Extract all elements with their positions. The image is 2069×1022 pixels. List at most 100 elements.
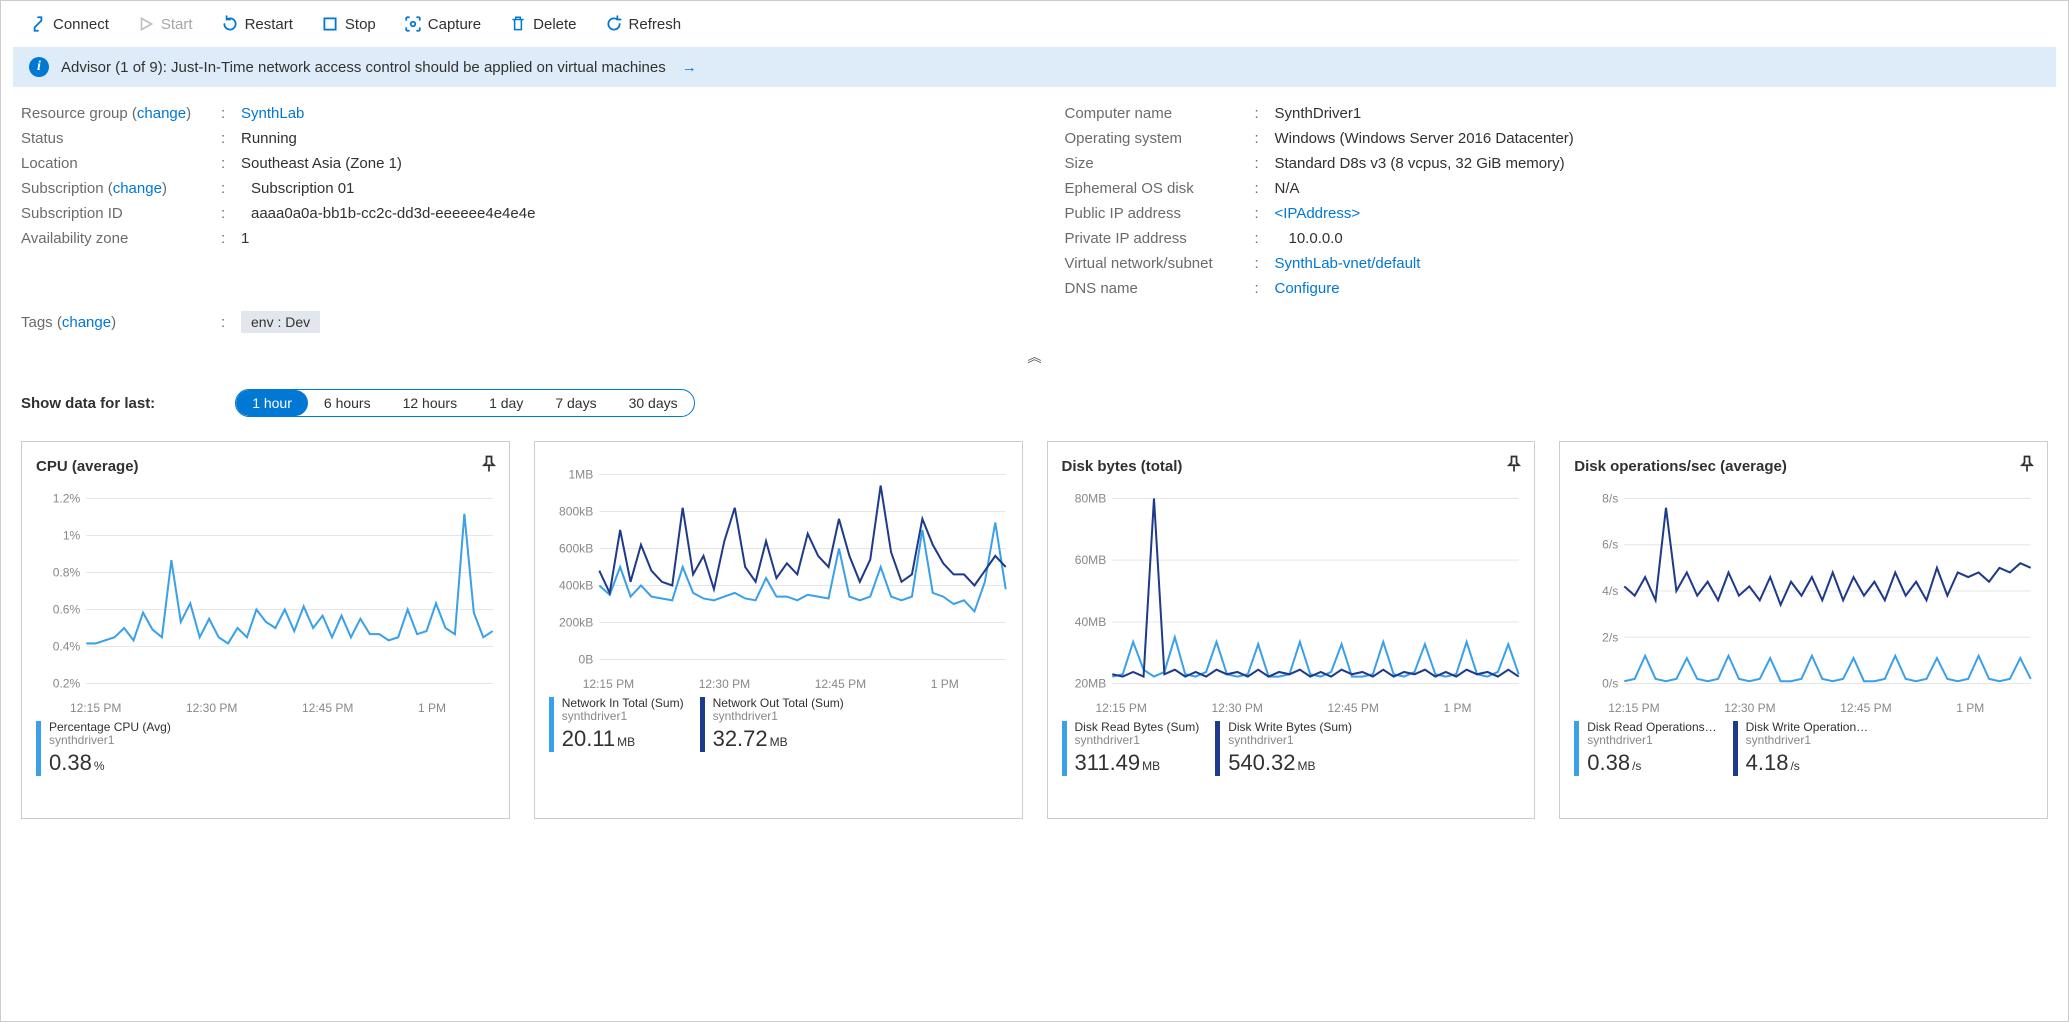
time-range-row: Show data for last: 1 hour 6 hours 12 ho… [21,389,2048,417]
chart-net[interactable]: 0B 200kB 400kB 600kB 800kB 1MB [549,464,1012,674]
value-availability-zone: 1 [241,230,249,247]
change-subscription[interactable]: change [113,180,162,197]
legend-item: Disk Read Operations… synthdriver1 0.38/… [1574,721,1716,776]
connect-button[interactable]: Connect [15,9,123,39]
pin-icon[interactable] [479,454,499,478]
svg-text:8/s: 8/s [1602,491,1618,505]
refresh-label: Refresh [629,16,682,33]
value-resource-group[interactable]: SynthLab [241,105,304,122]
legend-disk: Disk Read Bytes (Sum) synthdriver1 311.4… [1062,721,1525,776]
chart-cpu[interactable]: 0.2%0.4%0.6%0.8%1%1.2% [36,488,499,698]
pin-icon[interactable] [2017,454,2037,478]
start-button[interactable]: Start [123,9,207,39]
delete-label: Delete [533,16,576,33]
xaxis-disk: 12:15 PM12:30 PM12:45 PM1 PM [1062,698,1472,715]
label-dns: DNS name [1065,280,1255,297]
svg-text:400kB: 400kB [559,579,593,593]
label-subscription-id: Subscription ID [21,205,221,222]
stop-icon [321,15,339,33]
legend-item: Percentage CPU (Avg) synthdriver1 0.38% [36,721,171,776]
delete-icon [509,15,527,33]
value-vnet[interactable]: SynthLab-vnet/default [1275,255,1421,272]
legend-ops: Disk Read Operations… synthdriver1 0.38/… [1574,721,2037,776]
restart-button[interactable]: Restart [207,9,307,39]
svg-text:80MB: 80MB [1074,491,1106,505]
svg-text:40MB: 40MB [1074,615,1106,629]
card-title-ops: Disk operations/sec (average) [1574,458,1787,475]
change-resource-group[interactable]: change [137,105,186,122]
value-public-ip[interactable]: <IPAddress> [1275,205,1361,222]
chart-ops[interactable]: 0/s 2/s 4/s 6/s 8/s [1574,488,2037,698]
svg-text:0.4%: 0.4% [53,640,81,654]
advisor-text: Advisor (1 of 9): Just-In-Time network a… [61,59,666,76]
pill-12-hours[interactable]: 12 hours [387,390,473,416]
label-vnet: Virtual network/subnet [1065,255,1255,272]
svg-text:2/s: 2/s [1602,630,1618,644]
capture-button[interactable]: Capture [390,9,495,39]
advisor-banner[interactable]: i Advisor (1 of 9): Just-In-Time network… [13,47,2056,87]
svg-text:0/s: 0/s [1602,677,1618,691]
pill-6-hours[interactable]: 6 hours [308,390,387,416]
chart-cards: CPU (average) 0.2%0.4%0.6%0.8%1%1.2% 12:… [21,441,2048,819]
vm-overview-page: Connect Start Restart Stop Capture Delet… [0,0,2069,1022]
delete-button[interactable]: Delete [495,9,590,39]
svg-text:0.2%: 0.2% [53,677,81,691]
value-dns[interactable]: Configure [1275,280,1340,297]
legend-net: Network In Total (Sum) synthdriver1 20.1… [549,697,1012,752]
connect-label: Connect [53,16,109,33]
pill-30-days[interactable]: 30 days [613,390,694,416]
value-computer-name: SynthDriver1 [1275,105,1362,122]
chart-disk[interactable]: 20MB40MB60MB80MB [1062,488,1525,698]
stop-label: Stop [345,16,376,33]
svg-text:6/s: 6/s [1602,538,1618,552]
legend-item: Disk Write Bytes (Sum) synthdriver1 540.… [1215,721,1352,776]
svg-text:60MB: 60MB [1074,553,1106,567]
value-os: Windows (Windows Server 2016 Datacenter) [1275,130,1574,147]
pill-1-hour[interactable]: 1 hour [236,390,308,416]
value-size: Standard D8s v3 (8 vcpus, 32 GiB memory) [1275,155,1565,172]
legend-cpu: Percentage CPU (Avg) synthdriver1 0.38% [36,721,499,776]
value-private-ip: 10.0.0.0 [1275,230,1343,247]
svg-text:0.6%: 0.6% [53,603,81,617]
svg-text:600kB: 600kB [559,542,593,556]
svg-text:0B: 0B [578,653,593,667]
capture-label: Capture [428,16,481,33]
label-private-ip: Private IP address [1065,230,1255,247]
label-availability-zone: Availability zone [21,230,221,247]
pin-icon[interactable] [1504,454,1524,478]
command-bar: Connect Start Restart Stop Capture Delet… [1,1,2068,47]
label-resource-group: Resource group [21,105,128,122]
pill-7-days[interactable]: 7 days [539,390,612,416]
value-subscription: Subscription 01 [241,180,354,197]
label-computer-name: Computer name [1065,105,1255,122]
label-location: Location [21,155,221,172]
legend-item: Network Out Total (Sum) synthdriver1 32.… [700,697,844,752]
card-disk-ops: Disk operations/sec (average) 0/s 2/s 4/s 6… [1559,441,2048,819]
pill-1-day[interactable]: 1 day [473,390,539,416]
tag-value[interactable]: env : Dev [241,311,320,333]
card-cpu: CPU (average) 0.2%0.4%0.6%0.8%1%1.2% 12:… [21,441,510,819]
label-os: Operating system [1065,130,1255,147]
svg-text:4/s: 4/s [1602,584,1618,598]
start-label: Start [161,16,193,33]
card-network: 0B200kB400kB600kB800kB1MB 12:15 PM12:30 … [534,441,1023,819]
label-tags: Tags [21,314,53,331]
value-location: Southeast Asia (Zone 1) [241,155,402,172]
change-tags[interactable]: change [62,314,111,331]
restart-icon [221,15,239,33]
arrow-right-icon: → [682,59,697,76]
svg-text:200kB: 200kB [559,616,593,630]
stop-button[interactable]: Stop [307,9,390,39]
label-subscription: Subscription [21,180,104,197]
card-title-disk: Disk bytes (total) [1062,458,1183,475]
restart-label: Restart [245,16,293,33]
svg-text:1MB: 1MB [568,467,593,481]
refresh-button[interactable]: Refresh [591,9,696,39]
collapse-toggle[interactable]: ︽ [1,347,2068,367]
svg-text:800kB: 800kB [559,504,593,518]
refresh-icon [605,15,623,33]
card-title-cpu: CPU (average) [36,458,139,475]
value-subscription-id: aaaa0a0a-bb1b-cc2c-dd3d-eeeeee4e4e4e [241,205,535,222]
xaxis-ops: 12:15 PM12:30 PM12:45 PM1 PM [1574,698,1984,715]
xaxis-cpu: 12:15 PM12:30 PM12:45 PM1 PM [36,698,446,715]
